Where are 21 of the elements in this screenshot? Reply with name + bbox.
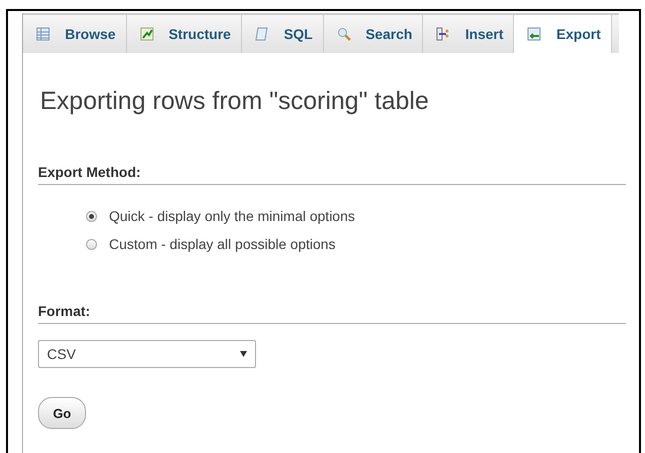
insert-icon bbox=[435, 26, 452, 42]
tab[interactable]: SQL bbox=[242, 15, 324, 53]
export-icon bbox=[526, 26, 542, 42]
go-button[interactable]: Go bbox=[38, 397, 86, 429]
document-icon bbox=[254, 26, 270, 42]
tab[interactable]: Export bbox=[514, 15, 612, 53]
radio-label: Custom - display all possible options bbox=[109, 236, 336, 252]
tab[interactable]: Search bbox=[324, 15, 424, 53]
caret-icon bbox=[240, 351, 247, 357]
table-icon bbox=[35, 26, 51, 42]
page-title: Exporting rows from "scoring" table bbox=[40, 87, 430, 116]
chart-icon bbox=[138, 26, 155, 42]
radio-button[interactable] bbox=[86, 238, 97, 250]
format-dropdown[interactable]: CSV bbox=[38, 340, 256, 368]
tab[interactable]: Structure bbox=[126, 15, 242, 53]
tab[interactable]: Browse bbox=[23, 15, 127, 53]
radio-button[interactable] bbox=[86, 210, 97, 222]
section-heading: Format: bbox=[38, 303, 626, 324]
section-heading: Export Method: bbox=[38, 164, 626, 185]
search-icon bbox=[336, 26, 352, 42]
radio-label: Quick - display only the minimal options bbox=[109, 208, 355, 224]
